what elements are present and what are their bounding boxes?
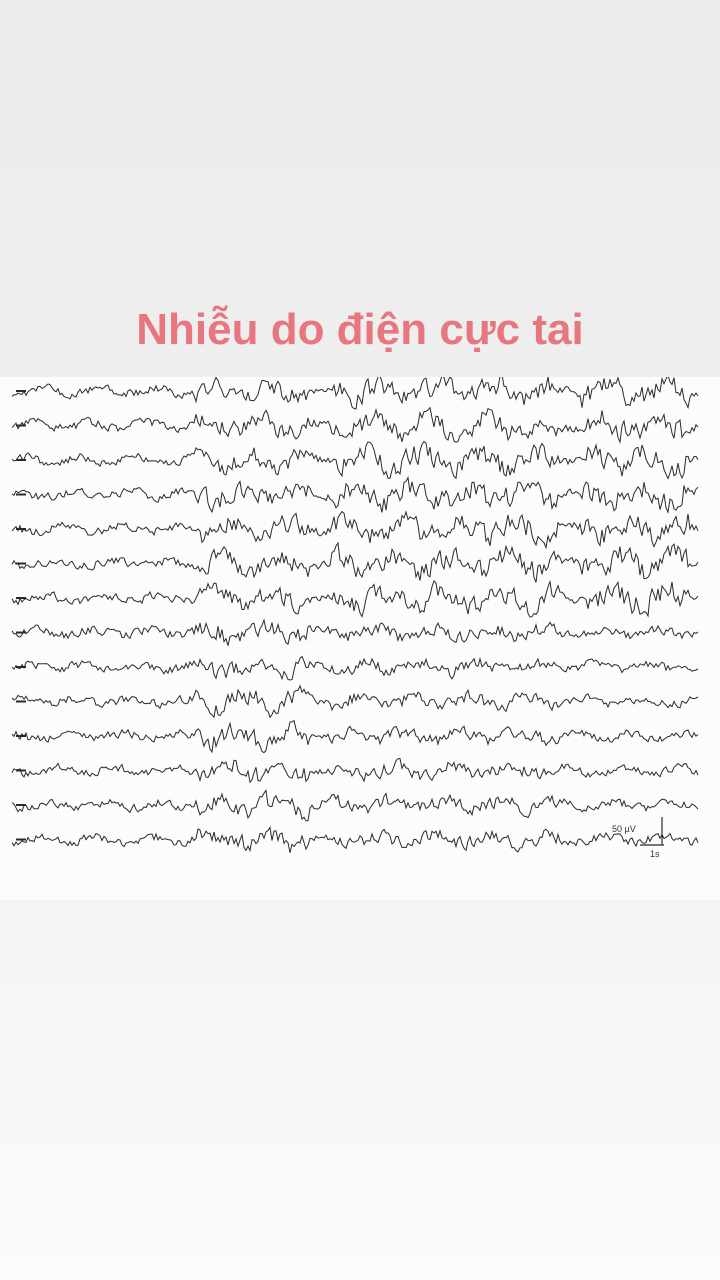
eeg-trace-line: [11, 757, 699, 784]
scale-bar: 50 µV 1s: [612, 817, 664, 859]
eeg-trace-line: [11, 510, 699, 550]
eeg-trace-line: [11, 406, 699, 444]
eeg-trace-group: [11, 377, 699, 853]
eeg-trace-line: [11, 440, 699, 480]
eeg-trace-line: [11, 825, 699, 853]
eeg-trace-line: [11, 789, 699, 822]
eeg-trace-line: [11, 684, 699, 719]
scale-time-label: 1s: [650, 849, 660, 859]
eeg-trace-line: [11, 541, 699, 583]
eeg-trace-line: [11, 719, 699, 754]
eeg-trace-line: [11, 655, 699, 681]
scale-amplitude-label: 50 µV: [612, 824, 636, 834]
slide-title: Nhiễu do điện cực tai: [136, 305, 584, 354]
eeg-traces-canvas: 50 µV 1s: [11, 377, 699, 859]
eeg-trace-line: [11, 618, 699, 646]
eeg-trace-line: [11, 579, 699, 618]
eeg-recording-image: 50 µV 1s: [0, 377, 720, 900]
eeg-trace-line: [11, 475, 699, 514]
eeg-trace-line: [11, 377, 699, 410]
